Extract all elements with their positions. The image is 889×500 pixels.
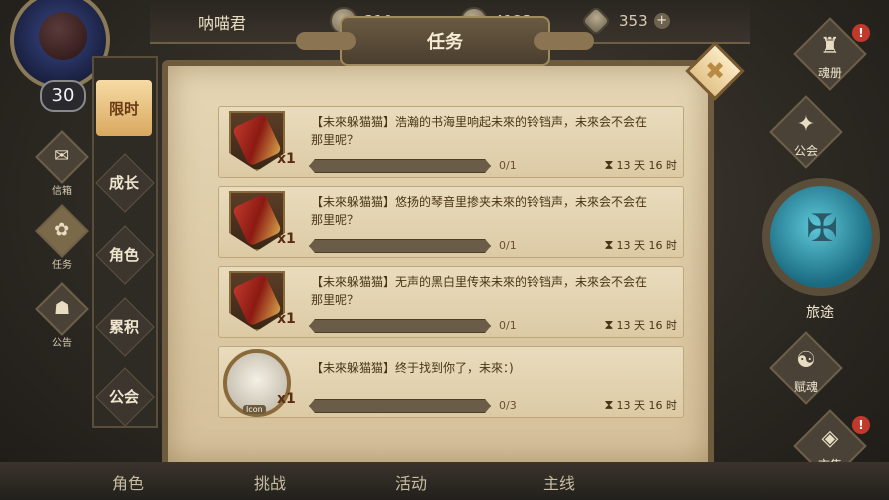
task-description: 【未來躲猫猫】终于找到你了，未來：) (311, 361, 514, 375)
task-time-left: 13 天 16 时 (616, 319, 677, 332)
mail-icon: ✉ (54, 146, 70, 167)
soul-book-label: 魂册 (817, 66, 842, 80)
task-time-left: 13 天 16 时 (616, 239, 677, 252)
soul-infuse-button[interactable]: ☯ 赋魂 (766, 331, 843, 410)
guild-icon: ✦ (796, 112, 816, 137)
task-description: 【未來躲猫猫】无声的黑白里传来未來的铃铛声，未來会不会在那里呢？ (311, 275, 648, 307)
bottom-nav-event[interactable]: 活动 (395, 470, 427, 494)
journey-label: 旅途 (806, 305, 834, 321)
task-description: 【未來躲猫猫】浩瀚的书海里响起未來的铃铛声，未來会不会在那里呢？ (311, 115, 648, 147)
task-timer: ⧗ 13 天 16 时 (604, 157, 677, 173)
bottom-nav-main-story[interactable]: 主线 (543, 470, 575, 494)
task-time-left: 13 天 16 时 (616, 399, 677, 412)
icon-caption: Icon (243, 405, 266, 414)
journey-emblem-icon: ✠ (806, 206, 838, 250)
bottom-nav-challenge[interactable]: 挑战 (254, 470, 286, 494)
soul-book-button[interactable]: ♜ 魂册 ! (790, 17, 870, 96)
notice-label: 公告 (52, 338, 72, 349)
task-progress-count: 0/1 (499, 319, 517, 332)
player-name: 呐喵君 (198, 14, 247, 33)
bottom-nav-character[interactable]: 角色 (112, 470, 144, 494)
task-row[interactable]: Icon x1 【未來躲猫猫】终于找到你了，未來：) 0/3 ⧗ 13 天 16 … (218, 346, 684, 418)
soul-infuse-label: 赋魂 (793, 380, 818, 394)
avatar-portrait-icon (39, 12, 87, 60)
tab-limited[interactable]: 限时 (96, 80, 152, 136)
task-progress-bar (309, 319, 491, 333)
close-icon: ✖ (704, 57, 726, 85)
quest-button[interactable]: ✿ 任务 (35, 204, 89, 272)
panel-title: 任务 (296, 16, 594, 66)
tab-guild[interactable]: 公会 (96, 368, 152, 424)
task-progress-bar (309, 159, 491, 173)
task-progress-count: 0/3 (499, 399, 517, 412)
guild-button[interactable]: ✦ 公会 (766, 95, 843, 174)
tab-growth[interactable]: 成长 (96, 154, 152, 210)
journey-button[interactable]: ✠ (762, 178, 880, 296)
notice-icon: ☗ (53, 297, 71, 319)
tab-cumulative[interactable]: 累积 (96, 298, 152, 354)
soul-infuse-icon: ☯ (796, 348, 816, 373)
task-timer: ⧗ 13 天 16 时 (604, 397, 677, 413)
task-row[interactable]: x1 【未來躲猫猫】浩瀚的书海里响起未來的铃铛声，未來会不会在那里呢？ 0/1 … (218, 106, 684, 178)
guild-label: 公会 (793, 144, 818, 158)
notice-button[interactable]: ☗ 公告 (35, 282, 89, 350)
task-description: 【未來躲猫猫】悠扬的琴音里掺夹未來的铃铛声，未來会不会在那里呢？ (311, 195, 648, 227)
task-progress-count: 0/1 (499, 159, 517, 172)
hourglass-icon: ⧗ (604, 238, 614, 253)
reward-quantity: x1 (277, 311, 296, 327)
alert-badge-icon: ! (852, 416, 870, 434)
task-time-left: 13 天 16 时 (616, 159, 677, 172)
reward-quantity: x1 (277, 151, 296, 167)
add-gems-button[interactable]: + (653, 13, 670, 29)
quest-label: 任务 (52, 260, 72, 271)
task-progress-bar (309, 399, 491, 413)
reward-quantity: x1 (277, 391, 296, 407)
task-row[interactable]: x1 【未來躲猫猫】悠扬的琴音里掺夹未來的铃铛声，未來会不会在那里呢？ 0/1 … (218, 186, 684, 258)
quest-icon: ✿ (54, 220, 70, 241)
player-level-badge: 30 (40, 80, 86, 112)
hourglass-icon: ⧗ (604, 158, 614, 173)
task-progress-bar (309, 239, 491, 253)
reward-quantity: x1 (277, 231, 296, 247)
tab-character[interactable]: 角色 (96, 226, 152, 282)
hourglass-icon: ⧗ (604, 318, 614, 333)
task-row[interactable]: x1 【未來躲猫猫】无声的黑白里传来未來的铃铛声，未來会不会在那里呢？ 0/1 … (218, 266, 684, 338)
task-timer: ⧗ 13 天 16 时 (604, 317, 677, 333)
mailbox-button[interactable]: ✉ 信箱 (35, 130, 89, 198)
hourglass-icon: ⧗ (604, 398, 614, 413)
gem-resource: 353 + (580, 5, 670, 37)
task-timer: ⧗ 13 天 16 时 (604, 237, 677, 253)
alert-badge-icon: ! (852, 24, 870, 42)
gem-amount: 353 (619, 12, 648, 30)
task-progress-count: 0/1 (499, 239, 517, 252)
mailbox-label: 信箱 (52, 186, 72, 197)
